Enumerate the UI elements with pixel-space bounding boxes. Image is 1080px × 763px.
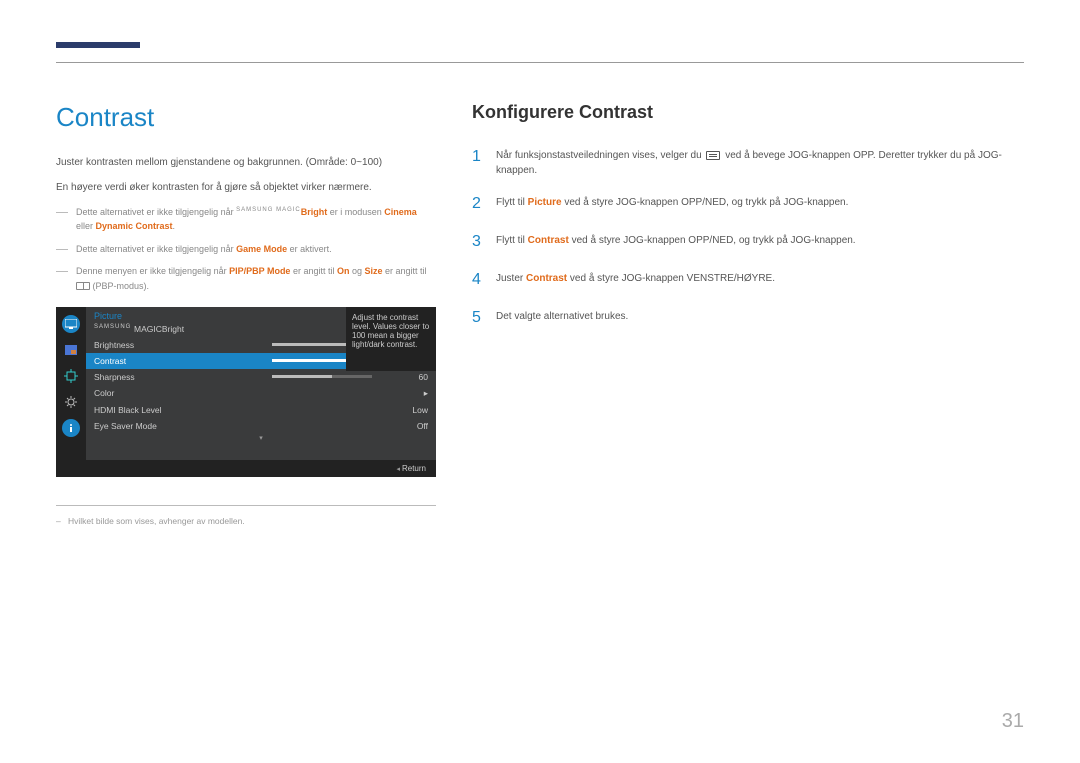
text: er aktivert. [287, 244, 332, 254]
text: Denne menyen er ikke tilgjengelig når [76, 266, 229, 276]
right-column: Konfigurere Contrast 1 Når funksjonstast… [472, 102, 1024, 526]
note-item-1: Dette alternativet er ikke tilgjengelig … [56, 205, 436, 234]
note-item-3: Denne menyen er ikke tilgjengelig når PI… [56, 264, 436, 293]
text: og [349, 266, 364, 276]
osd-row-eye-saver: Eye Saver ModeOff [86, 418, 436, 434]
osd-pip-icon [62, 341, 80, 359]
on-label: On [337, 266, 350, 276]
section-title: Konfigurere Contrast [472, 102, 1024, 123]
page-title: Contrast [56, 102, 436, 133]
osd-display-icon [62, 367, 80, 385]
step-number: 1 [472, 145, 484, 178]
size-label: Size [365, 266, 383, 276]
osd-picture-icon [62, 315, 80, 333]
step-text: Flytt til Picture ved å styre JOG-knappe… [496, 192, 1024, 216]
step-text: Flytt til Contrast ved å styre JOG-knapp… [496, 230, 1024, 254]
text: er angitt til [290, 266, 337, 276]
text: er i modusen [327, 207, 384, 217]
dynamic-contrast-label: Dynamic Contrast [96, 221, 173, 231]
osd-settings-icon [62, 393, 80, 411]
text: . [173, 221, 176, 231]
osd-row-color: Color▸ [86, 385, 436, 402]
osd-screenshot: Picture SAMSUNG MAGICBrightCustom Bright… [56, 307, 436, 477]
pbp-icon [76, 282, 90, 290]
step-text: Juster Contrast ved å styre JOG-knappen … [496, 268, 1024, 292]
osd-sidebar [56, 307, 86, 477]
pip-pbp-label: PIP/PBP Mode [229, 266, 290, 276]
contrast-label: Contrast [528, 235, 569, 246]
page-number: 31 [1002, 710, 1024, 733]
bright-label: Bright [301, 207, 328, 217]
section-tab-indicator [56, 42, 140, 48]
step-2: 2 Flytt til Picture ved å styre JOG-knap… [472, 192, 1024, 216]
cinema-label: Cinema [384, 207, 417, 217]
text: eller [76, 221, 96, 231]
step-number: 2 [472, 192, 484, 216]
intro-paragraph-1: Juster kontrasten mellom gjenstandene og… [56, 155, 436, 170]
step-3: 3 Flytt til Contrast ved å styre JOG-kna… [472, 230, 1024, 254]
monitor-icon [65, 319, 77, 329]
picture-label: Picture [528, 197, 562, 208]
footnote-divider [56, 505, 436, 506]
menu-icon [706, 151, 720, 160]
step-text: Det valgte alternativet brukes. [496, 306, 1024, 330]
osd-info-icon [62, 419, 80, 437]
step-1: 1 Når funksjonstastveiledningen vises, v… [472, 145, 1024, 178]
text: Dette alternativet er ikke tilgjengelig … [76, 244, 236, 254]
intro-paragraph-2: En høyere verdi øker kontrasten for å gj… [56, 180, 436, 195]
osd-tooltip: Adjust the contrast level. Values closer… [346, 307, 436, 371]
osd-return-bar: ◂ Return [56, 460, 436, 477]
contrast-label: Contrast [526, 273, 567, 284]
step-text: Når funksjonstastveiledningen vises, vel… [496, 145, 1024, 178]
note-item-2: Dette alternativet er ikke tilgjengelig … [56, 242, 436, 256]
osd-row-sharpness: Sharpness60 [86, 369, 436, 385]
text: Dette alternativet er ikke tilgjengelig … [76, 207, 236, 217]
step-number: 5 [472, 306, 484, 330]
samsung-magic-label: SAMSUNG MAGIC [236, 207, 301, 213]
osd-row-hdmi-black: HDMI Black LevelLow [86, 402, 436, 418]
header-rule [56, 62, 1024, 63]
osd-scroll-down-icon: ▾ [86, 434, 436, 442]
text: (PBP-modus). [90, 281, 149, 291]
game-mode-label: Game Mode [236, 244, 287, 254]
text: er angitt til [383, 266, 427, 276]
left-column: Contrast Juster kontrasten mellom gjenst… [56, 102, 436, 526]
step-4: 4 Juster Contrast ved å styre JOG-knappe… [472, 268, 1024, 292]
footnote: Hvilket bilde som vises, avhenger av mod… [56, 516, 436, 526]
step-5: 5 Det valgte alternativet brukes. [472, 306, 1024, 330]
step-number: 3 [472, 230, 484, 254]
step-number: 4 [472, 268, 484, 292]
